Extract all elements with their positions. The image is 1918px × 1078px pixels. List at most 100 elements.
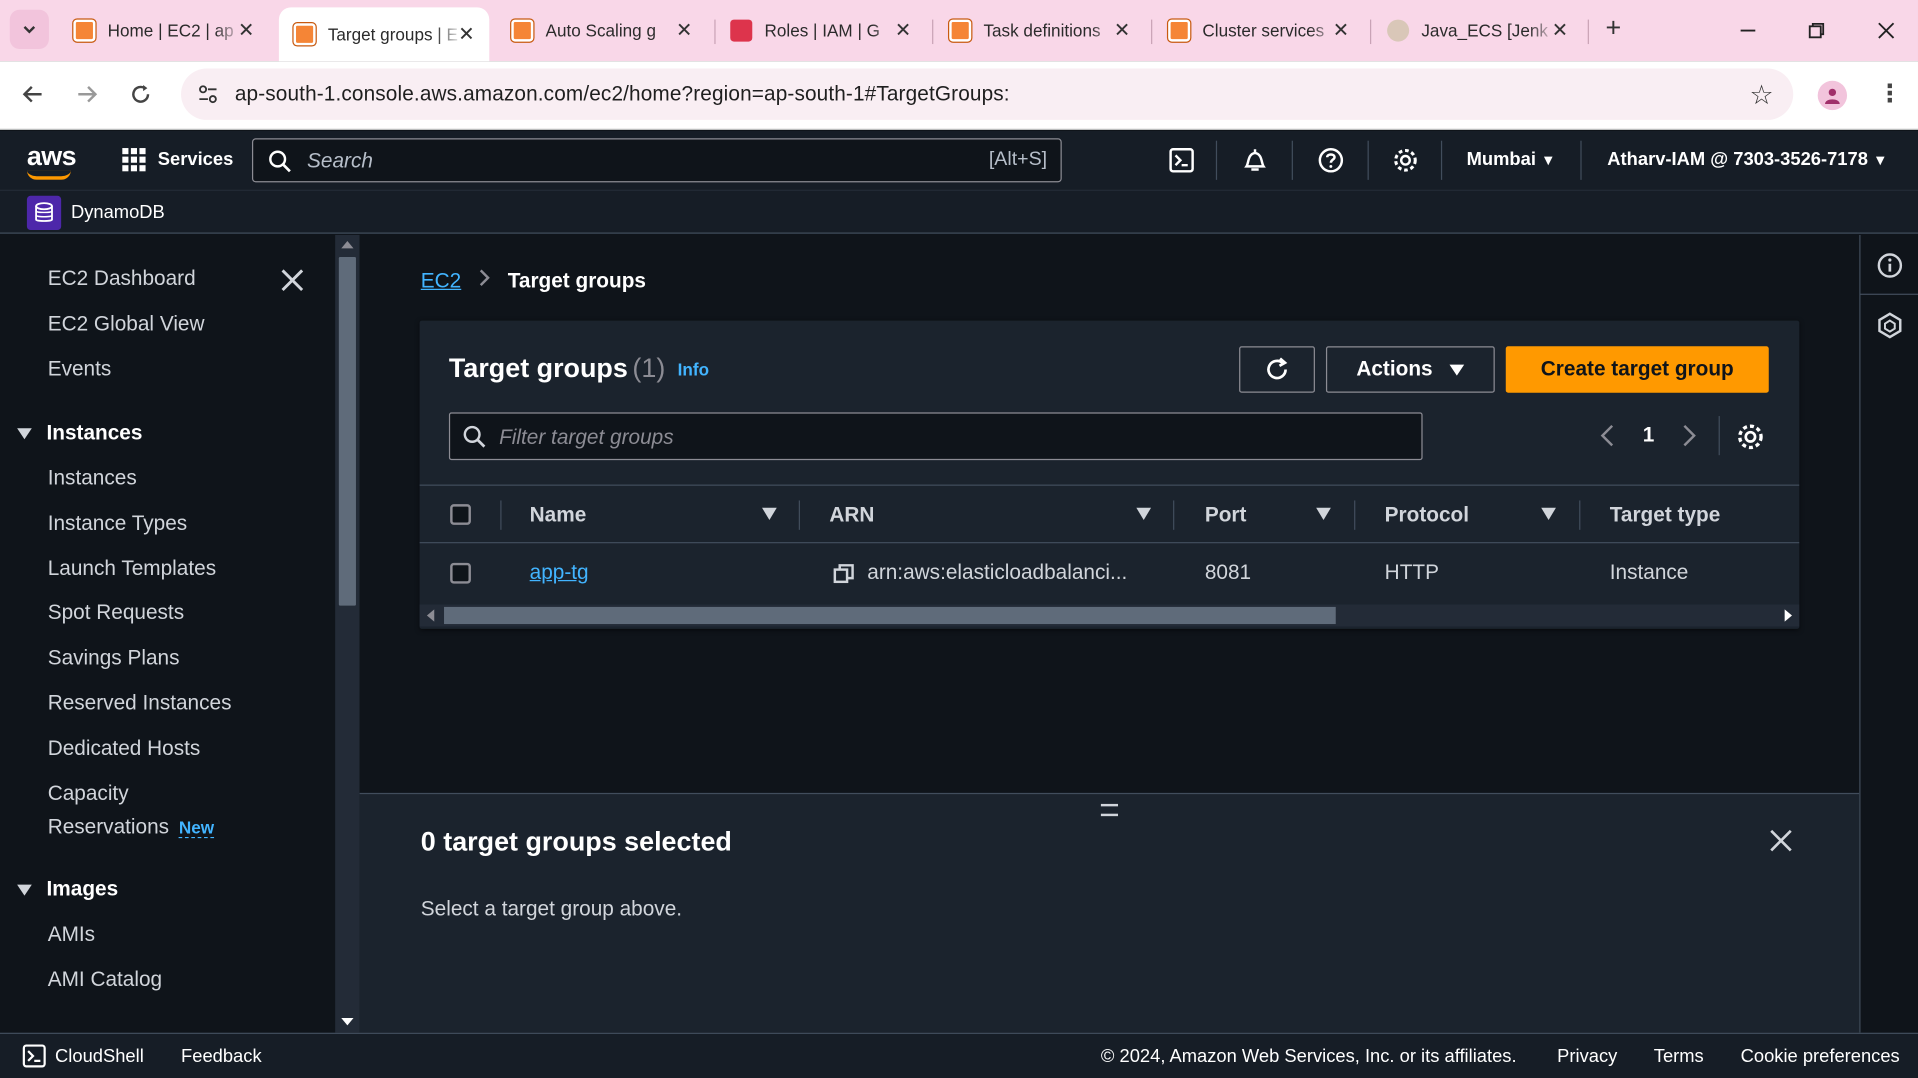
previous-page-button[interactable] bbox=[1594, 421, 1621, 450]
refresh-button[interactable] bbox=[1239, 346, 1315, 393]
current-page-number[interactable]: 1 bbox=[1643, 423, 1655, 447]
privacy-link[interactable]: Privacy bbox=[1557, 1046, 1617, 1067]
browser-tab[interactable]: Cluster services ✕ bbox=[1153, 7, 1363, 53]
target-group-name-link[interactable]: app-tg bbox=[530, 560, 589, 584]
table-preferences-gear-icon[interactable] bbox=[1736, 422, 1765, 451]
amazon-q-icon[interactable] bbox=[1876, 312, 1903, 339]
close-tab-icon[interactable]: ✕ bbox=[676, 18, 692, 42]
sidebar-section-images[interactable]: Images bbox=[17, 877, 118, 901]
browser-tab[interactable]: Task definitions ✕ bbox=[935, 7, 1145, 53]
sort-caret-icon[interactable] bbox=[1136, 507, 1152, 521]
feedback-link[interactable]: Feedback bbox=[181, 1046, 262, 1067]
browser-tab[interactable]: Roles | IAM | G ✕ bbox=[716, 7, 926, 53]
new-tab-button[interactable]: + bbox=[1598, 12, 1630, 44]
sidebar-item-launch-templates[interactable]: Launch Templates bbox=[48, 557, 216, 581]
sidebar-item-capacity-reservations-line2[interactable]: Reservations New bbox=[48, 815, 215, 839]
actions-dropdown-button[interactable]: Actions bbox=[1325, 346, 1495, 393]
sidebar-item-ec2-global-view[interactable]: EC2 Global View bbox=[48, 312, 205, 336]
tab-search-button[interactable] bbox=[9, 9, 49, 49]
close-icon[interactable] bbox=[1769, 828, 1793, 852]
sidebar-item-savings-plans[interactable]: Savings Plans bbox=[48, 646, 180, 670]
sidebar-item-spot-requests[interactable]: Spot Requests bbox=[48, 601, 184, 625]
services-menu-button[interactable]: Services bbox=[122, 148, 233, 172]
column-header-port[interactable]: Port bbox=[1205, 503, 1247, 527]
sidebar-item-instances[interactable]: Instances bbox=[48, 466, 137, 490]
sort-caret-icon[interactable] bbox=[1316, 507, 1331, 521]
next-page-button[interactable] bbox=[1676, 421, 1703, 450]
dynamodb-icon[interactable] bbox=[26, 195, 62, 231]
close-tab-icon[interactable]: ✕ bbox=[895, 18, 911, 42]
favorite-dynamodb-link[interactable]: DynamoDB bbox=[71, 202, 165, 223]
back-button[interactable] bbox=[17, 78, 49, 110]
sidebar-item-instance-types[interactable]: Instance Types bbox=[48, 511, 188, 535]
scrollbar-thumb[interactable] bbox=[338, 256, 356, 606]
table-row[interactable]: app-tg arn:aws:elasticloadbalanci... 808… bbox=[420, 543, 1800, 604]
site-settings-icon[interactable] bbox=[196, 82, 220, 106]
scroll-down-arrow[interactable] bbox=[341, 1018, 354, 1026]
search-icon bbox=[463, 425, 486, 448]
browser-tab[interactable]: Auto Scaling g ✕ bbox=[497, 7, 707, 53]
search-input[interactable]: Search [Alt+S] bbox=[251, 138, 1062, 183]
close-tab-icon[interactable]: ✕ bbox=[1333, 18, 1349, 42]
settings-button[interactable] bbox=[1391, 146, 1420, 175]
close-window-button[interactable] bbox=[1868, 12, 1905, 49]
filter-input[interactable]: Filter target groups bbox=[448, 412, 1423, 461]
row-checkbox[interactable] bbox=[450, 562, 471, 584]
section-label: Instances bbox=[46, 420, 143, 445]
sidebar-section-instances[interactable]: Instances bbox=[17, 421, 142, 445]
close-tab-icon[interactable]: ✕ bbox=[1552, 18, 1568, 42]
aws-logo[interactable]: aws bbox=[26, 141, 77, 180]
close-sidebar-icon[interactable] bbox=[279, 267, 306, 294]
sidebar-item-reserved-instances[interactable]: Reserved Instances bbox=[48, 691, 232, 715]
info-icon[interactable] bbox=[1876, 252, 1903, 279]
close-tab-icon[interactable]: ✕ bbox=[238, 18, 254, 42]
sort-caret-icon[interactable] bbox=[762, 507, 777, 521]
sidebar-item-capacity-reservations[interactable]: Capacity bbox=[48, 782, 129, 806]
address-bar[interactable]: ap-south-1.console.aws.amazon.com/ec2/ho… bbox=[181, 68, 1794, 120]
breadcrumb-ec2-link[interactable]: EC2 bbox=[421, 269, 461, 293]
sidebar-item-events[interactable]: Events bbox=[48, 357, 112, 381]
scroll-left-arrow[interactable] bbox=[426, 609, 435, 622]
help-button[interactable] bbox=[1316, 146, 1345, 175]
close-tab-icon[interactable]: ✕ bbox=[458, 22, 474, 46]
browser-tab[interactable]: Java_ECS [Jenk ✕ bbox=[1372, 7, 1582, 53]
terms-link[interactable]: Terms bbox=[1654, 1046, 1704, 1067]
column-header-target-type[interactable]: Target type bbox=[1610, 503, 1721, 527]
tab-title: Home | EC2 | ap bbox=[107, 20, 234, 41]
sidebar-item-amis[interactable]: AMIs bbox=[48, 923, 95, 947]
scroll-right-arrow[interactable] bbox=[1784, 609, 1793, 622]
resize-handle-icon[interactable] bbox=[1100, 803, 1119, 817]
scroll-up-arrow[interactable] bbox=[341, 241, 354, 249]
profile-avatar[interactable] bbox=[1817, 80, 1848, 111]
sort-caret-icon[interactable] bbox=[1541, 507, 1556, 521]
bookmark-star-icon[interactable]: ☆ bbox=[1750, 80, 1774, 112]
forward-button[interactable] bbox=[71, 78, 103, 110]
minimize-window-button[interactable] bbox=[1730, 12, 1767, 49]
browser-tab-active[interactable]: Target groups | E ✕ bbox=[278, 7, 490, 62]
column-header-name[interactable]: Name bbox=[530, 503, 587, 527]
scrollbar-thumb[interactable] bbox=[444, 606, 1336, 625]
sidebar-item-ami-catalog[interactable]: AMI Catalog bbox=[48, 968, 162, 992]
browser-tab[interactable]: Home | EC2 | ap ✕ bbox=[59, 7, 269, 53]
notifications-button[interactable] bbox=[1240, 146, 1269, 175]
info-link[interactable]: Info bbox=[678, 360, 709, 380]
cloudshell-button[interactable] bbox=[1167, 146, 1196, 175]
column-header-protocol[interactable]: Protocol bbox=[1385, 503, 1469, 527]
restore-window-button[interactable] bbox=[1798, 12, 1835, 49]
sidebar-item-dedicated-hosts[interactable]: Dedicated Hosts bbox=[48, 737, 201, 761]
reload-button[interactable] bbox=[125, 78, 157, 110]
sidebar-scrollbar[interactable] bbox=[335, 234, 360, 1033]
cloudshell-link[interactable]: CloudShell bbox=[55, 1046, 144, 1067]
select-all-checkbox[interactable] bbox=[450, 504, 471, 525]
cloudshell-icon[interactable] bbox=[22, 1044, 46, 1068]
copy-icon[interactable] bbox=[833, 563, 855, 585]
column-header-arn[interactable]: ARN bbox=[829, 503, 874, 527]
close-tab-icon[interactable]: ✕ bbox=[1114, 18, 1130, 42]
sidebar-item-ec2-dashboard[interactable]: EC2 Dashboard bbox=[48, 267, 196, 291]
create-target-group-button[interactable]: Create target group bbox=[1505, 346, 1769, 393]
region-selector[interactable]: Mumbai ▼ bbox=[1467, 149, 1556, 170]
cookie-preferences-link[interactable]: Cookie preferences bbox=[1741, 1046, 1900, 1067]
browser-menu-icon[interactable]: ⋮ bbox=[1878, 78, 1902, 109]
table-horizontal-scrollbar[interactable] bbox=[419, 604, 1800, 627]
account-menu[interactable]: Atharv-IAM @ 7303-3526-7178 ▼ bbox=[1607, 149, 1887, 170]
